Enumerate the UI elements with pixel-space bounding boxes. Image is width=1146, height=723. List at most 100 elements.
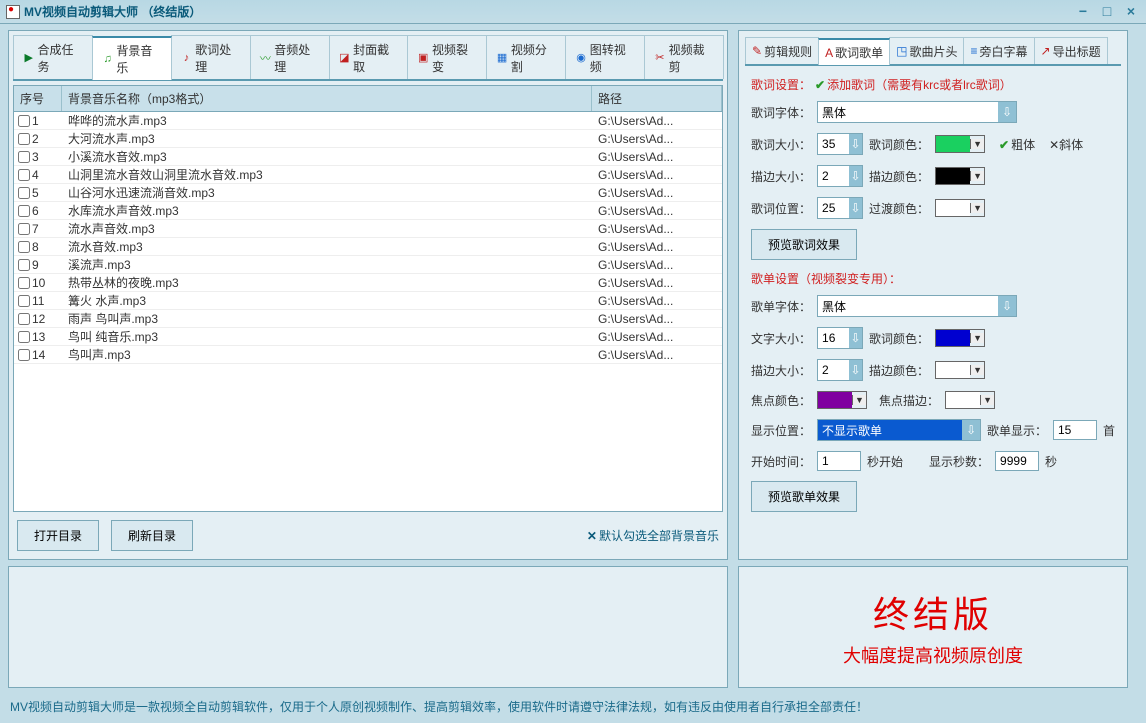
col-index[interactable]: 序号 [14, 86, 62, 111]
tab-icon: ◪ [338, 51, 352, 65]
promo-subtitle: 大幅度提高视频原创度 [843, 642, 1023, 668]
table-row[interactable]: 9溪流声.mp3G:\Users\Ad... [14, 256, 722, 274]
titlebar: MV视频自动剪辑大师 （终结版） − □ × [0, 0, 1146, 24]
table-row[interactable]: 6水库流水声音效.mp3G:\Users\Ad... [14, 202, 722, 220]
playlist-color-picker[interactable] [935, 329, 985, 347]
row-checkbox[interactable] [18, 115, 30, 127]
tab-封面截取[interactable]: ◪封面截取 [329, 35, 409, 79]
playlist-start-input[interactable] [817, 451, 861, 471]
refresh-dir-button[interactable]: 刷新目录 [111, 520, 193, 551]
playlist-settings-header: 歌单设置（视频裂变专用）： [751, 270, 1115, 287]
table-row[interactable]: 10热带丛林的夜晚.mp3G:\Users\Ad... [14, 274, 722, 292]
tab-视频裂变[interactable]: ▣视频裂变 [407, 35, 487, 79]
app-icon [6, 5, 20, 19]
open-dir-button[interactable]: 打开目录 [17, 520, 99, 551]
preview-playlist-button[interactable]: 预览歌单效果 [751, 481, 857, 512]
lyric-stroke-combo[interactable] [817, 165, 863, 187]
col-name[interactable]: 背景音乐名称（mp3格式） [62, 86, 592, 111]
rtab-歌曲片头[interactable]: ◳歌曲片头 [889, 37, 964, 64]
minimize-button[interactable]: − [1074, 5, 1092, 19]
lyric-stroke-color-picker[interactable] [935, 167, 985, 185]
app-title: MV视频自动剪辑大师 （终结版） [24, 3, 201, 20]
tab-icon: ▣ [416, 51, 430, 65]
tab-icon: ✎ [752, 44, 762, 58]
row-checkbox[interactable] [18, 259, 30, 271]
default-select-note[interactable]: 默认勾选全部背景音乐 [587, 527, 719, 544]
row-checkbox[interactable] [18, 277, 30, 289]
row-checkbox[interactable] [18, 313, 30, 325]
tab-icon: ♫ [101, 52, 115, 66]
rtab-导出标题[interactable]: ↗导出标题 [1034, 37, 1108, 64]
tab-icon: ◉ [574, 51, 588, 65]
row-checkbox[interactable] [18, 205, 30, 217]
tab-视频分割[interactable]: ▦视频分割 [486, 35, 566, 79]
tab-icon: ↗ [1041, 44, 1051, 58]
row-checkbox[interactable] [18, 349, 30, 361]
promo-box: 终结版 大幅度提高视频原创度 [738, 566, 1128, 688]
tab-合成任务[interactable]: ▶合成任务 [13, 35, 93, 79]
playlist-size-combo[interactable] [817, 327, 863, 349]
playlist-show-input[interactable] [1053, 420, 1097, 440]
table-row[interactable]: 14鸟叫声.mp3G:\Users\Ad... [14, 346, 722, 364]
rtab-旁白字幕[interactable]: ≡旁白字幕 [963, 37, 1034, 64]
bold-checkbox[interactable]: 粗体 [999, 136, 1035, 153]
preview-area [8, 566, 728, 688]
lyric-color-picker[interactable] [935, 135, 985, 153]
row-checkbox[interactable] [18, 187, 30, 199]
col-path[interactable]: 路径 [592, 86, 722, 111]
playlist-font-combo[interactable] [817, 295, 1017, 317]
row-checkbox[interactable] [18, 223, 30, 235]
table-row[interactable]: 8流水音效.mp3G:\Users\Ad... [14, 238, 722, 256]
table-row[interactable]: 2大河流水声.mp3G:\Users\Ad... [14, 130, 722, 148]
promo-title: 终结版 [873, 586, 993, 638]
tab-icon: A [825, 46, 833, 60]
tab-icon: ◳ [896, 44, 907, 58]
table-row[interactable]: 13鸟叫 纯音乐.mp3G:\Users\Ad... [14, 328, 722, 346]
lyric-trans-color-picker[interactable] [935, 199, 985, 217]
right-tabs: ✎剪辑规则A歌词歌单◳歌曲片头≡旁白字幕↗导出标题 [745, 37, 1121, 66]
row-checkbox[interactable] [18, 241, 30, 253]
playlist-stroke-combo[interactable] [817, 359, 863, 381]
table-row[interactable]: 5山谷河水迅速流淌音效.mp3G:\Users\Ad... [14, 184, 722, 202]
playlist-dur-input[interactable] [995, 451, 1039, 471]
row-checkbox[interactable] [18, 169, 30, 181]
table-row[interactable]: 7流水声音效.mp3G:\Users\Ad... [14, 220, 722, 238]
tab-icon: ♪ [180, 51, 194, 65]
focus-color-picker[interactable] [817, 391, 867, 409]
tab-歌词处理[interactable]: ♪歌词处理 [171, 35, 251, 79]
lyric-settings-header: 歌词设置： 添加歌词（需要有krc或者lrc歌词） [751, 76, 1115, 93]
add-lyric-checkbox[interactable]: 添加歌词（需要有krc或者lrc歌词） [815, 76, 1012, 93]
lyric-size-combo[interactable] [817, 133, 863, 155]
tab-icon: ▦ [495, 51, 509, 65]
table-row[interactable]: 3小溪流水音效.mp3G:\Users\Ad... [14, 148, 722, 166]
table-row[interactable]: 1哗哗的流水声.mp3G:\Users\Ad... [14, 112, 722, 130]
tab-图转视频[interactable]: ◉图转视频 [565, 35, 645, 79]
tab-视频裁剪[interactable]: ✂视频裁剪 [644, 35, 724, 79]
rtab-剪辑规则[interactable]: ✎剪辑规则 [745, 37, 819, 64]
row-checkbox[interactable] [18, 331, 30, 343]
table-row[interactable]: 12雨声 鸟叫声.mp3G:\Users\Ad... [14, 310, 722, 328]
playlist-stroke-color-picker[interactable] [935, 361, 985, 379]
music-table: 序号 背景音乐名称（mp3格式） 路径 1哗哗的流水声.mp3G:\Users\… [13, 85, 723, 512]
italic-checkbox[interactable]: ✕斜体 [1049, 136, 1083, 153]
row-checkbox[interactable] [18, 295, 30, 307]
row-checkbox[interactable] [18, 133, 30, 145]
table-row[interactable]: 11篝火 水声.mp3G:\Users\Ad... [14, 292, 722, 310]
tab-icon: ≡ [970, 44, 977, 58]
focus-stroke-color-picker[interactable] [945, 391, 995, 409]
table-row[interactable]: 4山洞里流水音效山洞里流水音效.mp3G:\Users\Ad... [14, 166, 722, 184]
tab-icon: ✂ [653, 51, 667, 65]
lyric-font-combo[interactable] [817, 101, 1017, 123]
close-button[interactable]: × [1122, 5, 1140, 19]
right-panel: ✎剪辑规则A歌词歌单◳歌曲片头≡旁白字幕↗导出标题 歌词设置： 添加歌词（需要有… [738, 30, 1128, 560]
preview-lyric-button[interactable]: 预览歌词效果 [751, 229, 857, 260]
maximize-button[interactable]: □ [1098, 5, 1116, 19]
statusbar: MV视频自动剪辑大师是一款视频全自动剪辑软件，仅用于个人原创视频制作、提高剪辑效… [0, 694, 1146, 719]
playlist-pos-combo[interactable] [817, 419, 981, 441]
tab-背景音乐[interactable]: ♫背景音乐 [92, 36, 172, 80]
row-checkbox[interactable] [18, 151, 30, 163]
tab-音频处理[interactable]: 〰音频处理 [250, 35, 330, 79]
lyric-pos-combo[interactable] [817, 197, 863, 219]
tab-icon: ▶ [22, 51, 36, 65]
rtab-歌词歌单[interactable]: A歌词歌单 [818, 38, 890, 65]
